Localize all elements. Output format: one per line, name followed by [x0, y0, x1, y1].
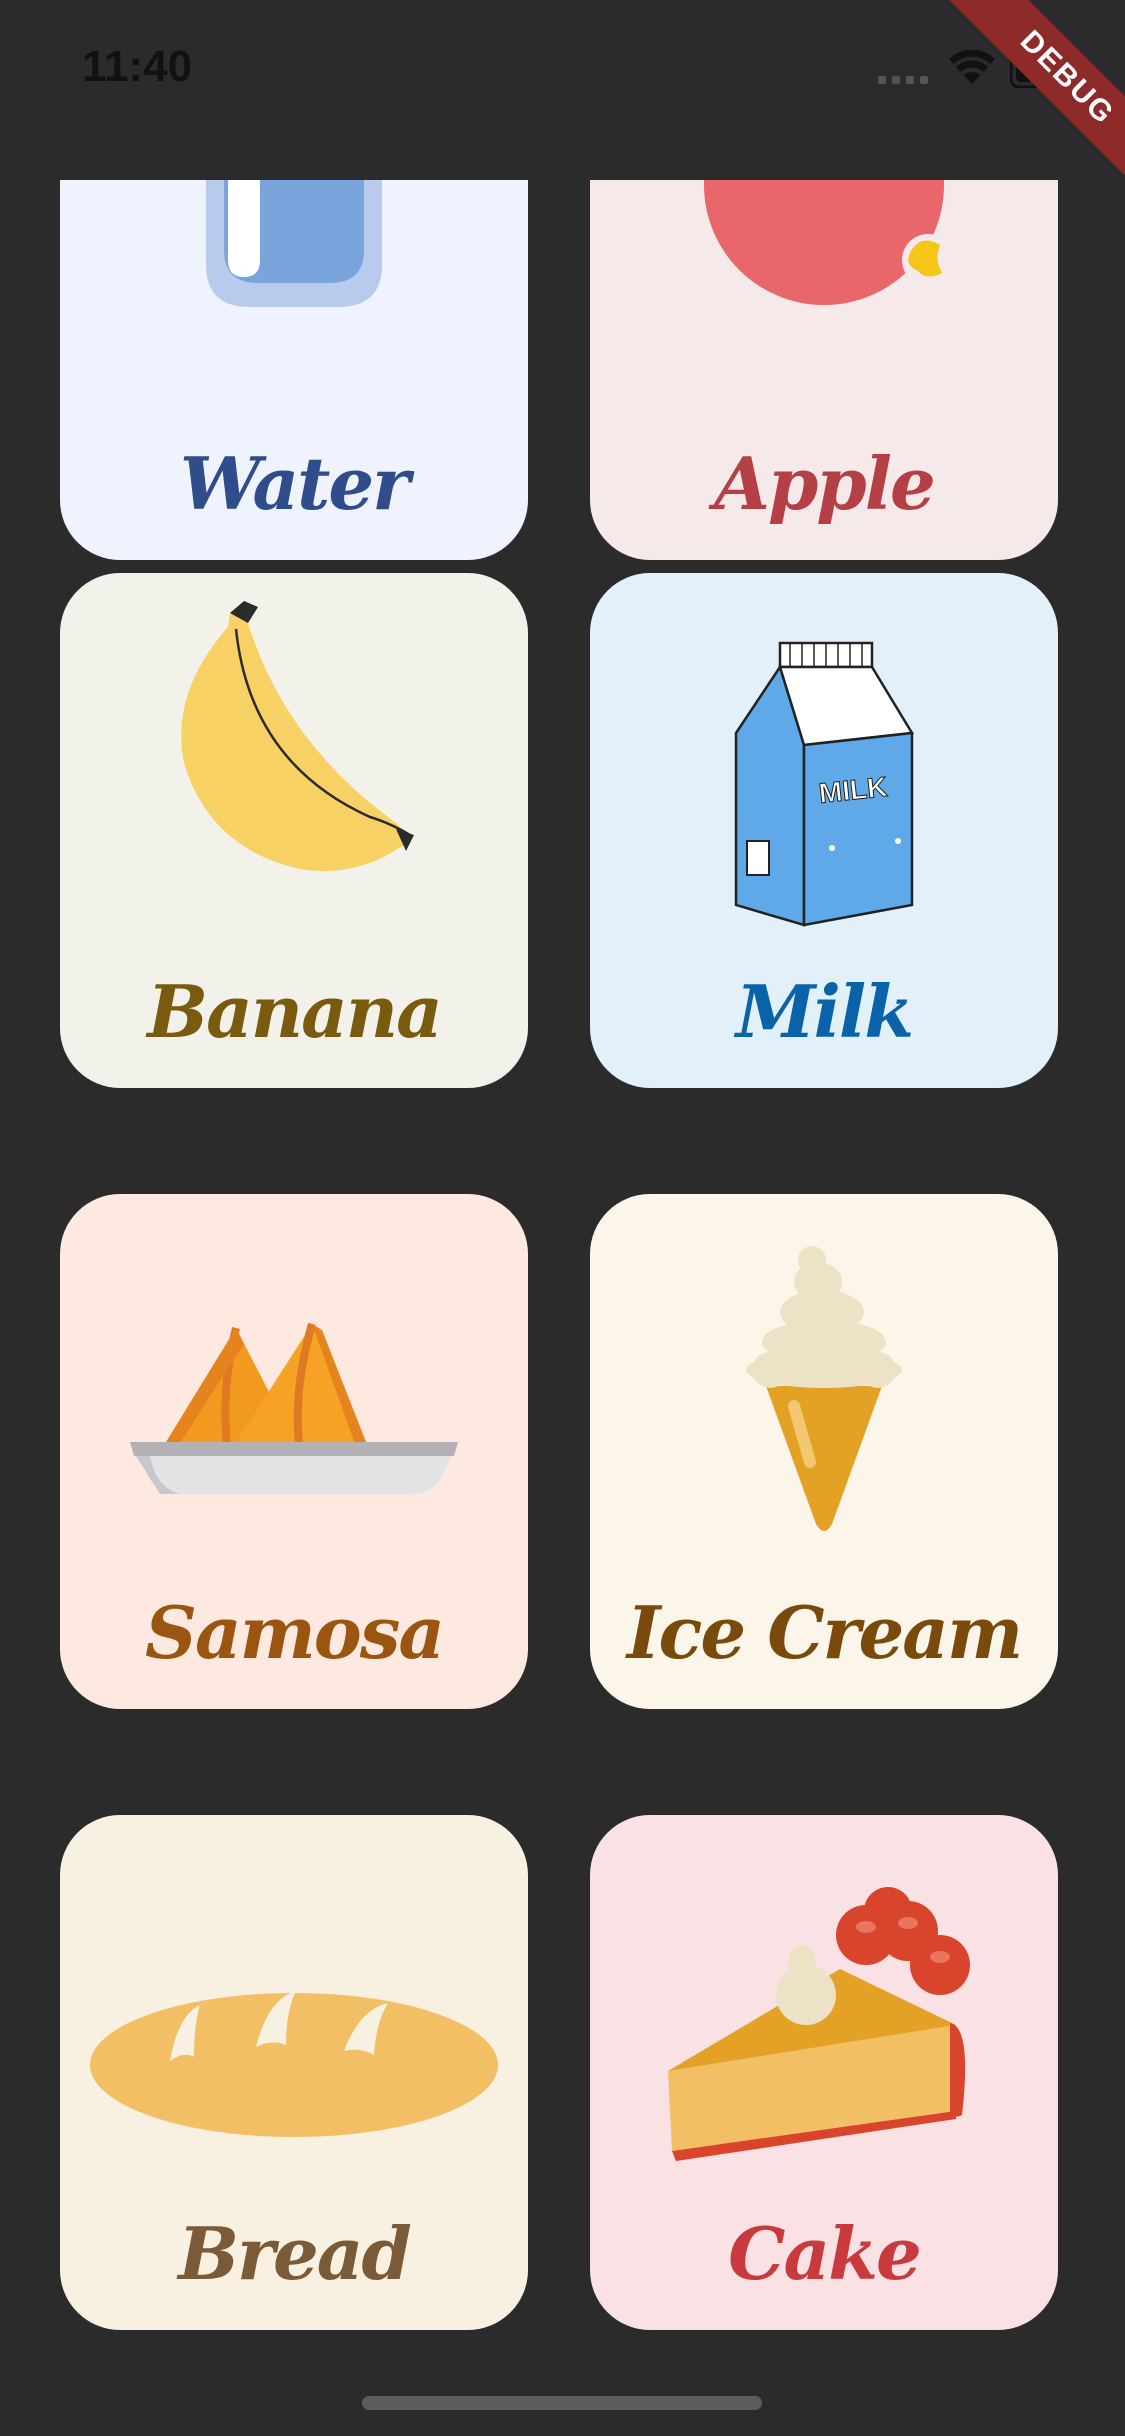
card-water[interactable]: Water: [60, 180, 528, 560]
card-cake[interactable]: Cake: [590, 1815, 1058, 2330]
card-bread[interactable]: Bread: [60, 1815, 528, 2330]
card-ice-cream[interactable]: Ice Cream: [590, 1194, 1058, 1709]
water-glass-icon: [60, 180, 528, 445]
card-label: Samosa: [144, 1590, 445, 1675]
card-label: Banana: [147, 969, 443, 1054]
debug-banner: DEBUG: [941, 0, 1125, 204]
food-grid[interactable]: Water Apple Banana MILK Milk Samosa Ice …: [0, 180, 1125, 2410]
ice-cream-icon: [590, 1194, 1058, 1594]
apple-icon: [590, 180, 1058, 445]
card-label: Water: [179, 441, 410, 526]
card-label: Ice Cream: [626, 1590, 1023, 1675]
card-label: Cake: [728, 2211, 922, 2296]
milk-carton-icon: MILK: [590, 573, 1058, 973]
status-time: 11:40: [82, 42, 193, 91]
card-apple[interactable]: Apple: [590, 180, 1058, 560]
bread-icon: [60, 1815, 528, 2215]
cellular-signal-icon: [878, 76, 928, 84]
status-bar: 11:40 DEBUG: [0, 0, 1125, 204]
card-banana[interactable]: Banana: [60, 573, 528, 1088]
card-label: Bread: [178, 2211, 412, 2296]
card-milk[interactable]: MILK Milk: [590, 573, 1058, 1088]
cake-icon: [590, 1815, 1058, 2215]
banana-icon: [60, 573, 528, 973]
home-indicator[interactable]: [362, 2396, 762, 2410]
samosa-icon: [60, 1194, 528, 1594]
card-label: Apple: [714, 441, 936, 526]
wifi-icon: [949, 50, 995, 84]
card-label: Milk: [735, 969, 914, 1054]
card-samosa[interactable]: Samosa: [60, 1194, 528, 1709]
